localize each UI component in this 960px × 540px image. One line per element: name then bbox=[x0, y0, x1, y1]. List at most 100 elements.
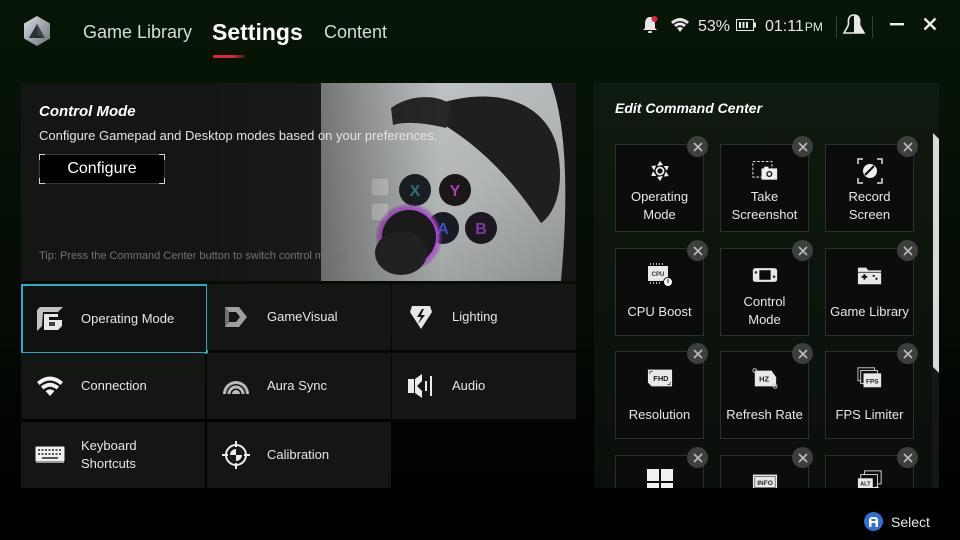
tab-game-library[interactable]: Game Library bbox=[83, 22, 192, 43]
info-icon: INFO bbox=[752, 470, 778, 488]
screenshot-icon bbox=[751, 159, 778, 183]
svg-text:B: B bbox=[475, 221, 487, 238]
command-center-item[interactable]: Take Screenshot bbox=[720, 144, 809, 232]
remove-item-button[interactable] bbox=[897, 136, 918, 157]
select-hint[interactable]: Select bbox=[864, 512, 930, 531]
tile-label: Keyboard Shortcuts bbox=[81, 438, 137, 471]
cpu-boost-icon: CPU bbox=[647, 263, 673, 287]
app-logo-icon bbox=[22, 15, 52, 47]
tab-content[interactable]: Content bbox=[324, 22, 387, 43]
command-center-item[interactable]: Control Mode bbox=[720, 248, 809, 336]
select-hint-label: Select bbox=[891, 513, 930, 530]
record-screen-icon bbox=[856, 158, 883, 184]
operating-mode-shutter-icon bbox=[647, 159, 673, 183]
remove-x-icon bbox=[902, 245, 913, 256]
tile-label: GameVisual bbox=[267, 309, 338, 324]
battery-icon bbox=[736, 18, 757, 36]
notification-button[interactable] bbox=[641, 14, 659, 40]
close-button[interactable] bbox=[918, 14, 942, 38]
user-icon bbox=[842, 13, 866, 40]
command-center-scrollbar-thumb[interactable] bbox=[933, 133, 939, 373]
tile-operating-mode[interactable]: Operating Mode bbox=[21, 284, 208, 354]
tile-keyboard-shortcuts[interactable]: Keyboard Shortcuts bbox=[21, 422, 205, 488]
control-mode-tip: Tip: Press the Command Center button to … bbox=[39, 250, 348, 262]
tile-audio[interactable]: Audio bbox=[392, 353, 576, 419]
remove-item-button[interactable] bbox=[897, 447, 918, 468]
tile-label: Operating Mode bbox=[81, 311, 175, 326]
remove-item-button[interactable] bbox=[687, 240, 708, 261]
remove-x-icon bbox=[902, 452, 913, 463]
configure-button[interactable]: Configure bbox=[39, 154, 165, 184]
top-bar: Game Library Settings Content 53% 01:11 … bbox=[0, 0, 960, 62]
svg-text:HZ: HZ bbox=[759, 375, 769, 384]
tile-label: Calibration bbox=[267, 447, 330, 462]
minimize-icon bbox=[890, 17, 904, 36]
configure-button-label: Configure bbox=[67, 160, 137, 177]
command-center-item-label: Operating Mode bbox=[630, 189, 689, 222]
command-center-item-label: Control Mode bbox=[743, 294, 786, 327]
resolution-icon: FHD bbox=[647, 366, 673, 390]
minimize-button[interactable] bbox=[885, 14, 909, 38]
tab-settings[interactable]: Settings bbox=[212, 19, 303, 46]
remove-x-icon bbox=[692, 141, 703, 152]
command-center-item-label: Take Screenshot bbox=[731, 189, 798, 222]
remove-item-button[interactable] bbox=[897, 240, 918, 261]
command-center-item[interactable]: Operating Mode bbox=[615, 144, 704, 232]
remove-item-button[interactable] bbox=[687, 447, 708, 468]
remove-item-button[interactable] bbox=[792, 343, 813, 364]
svg-text:FHD: FHD bbox=[653, 374, 669, 383]
profile-button[interactable] bbox=[842, 13, 866, 40]
wifi-status[interactable] bbox=[670, 14, 690, 40]
clock-ampm: PM bbox=[804, 20, 823, 34]
command-center-title: Edit Command Center bbox=[615, 100, 763, 116]
command-center-item-label: Refresh Rate bbox=[726, 407, 803, 422]
tile-gamevisual[interactable]: GameVisual bbox=[207, 284, 391, 350]
audio-icon bbox=[406, 371, 436, 401]
tile-label: Aura Sync bbox=[267, 378, 327, 393]
aura-sync-icon bbox=[221, 371, 251, 401]
remove-x-icon bbox=[797, 348, 808, 359]
control-mode-icon bbox=[752, 263, 778, 287]
remove-item-button[interactable] bbox=[792, 240, 813, 261]
tile-calibration[interactable]: Calibration bbox=[207, 422, 391, 488]
remove-x-icon bbox=[797, 141, 808, 152]
wifi-icon bbox=[35, 371, 65, 401]
command-center-item[interactable]: Game Library bbox=[825, 248, 914, 336]
gamevisual-icon bbox=[221, 302, 251, 332]
clock: 01:11 PM bbox=[765, 14, 823, 40]
tile-connection[interactable]: Connection bbox=[21, 353, 205, 419]
svg-text:CPU: CPU bbox=[651, 272, 664, 278]
tile-lighting[interactable]: Lighting bbox=[392, 284, 576, 350]
command-center-item-label: Resolution bbox=[628, 407, 691, 422]
remove-x-icon bbox=[692, 452, 703, 463]
remove-item-button[interactable] bbox=[687, 136, 708, 157]
control-mode-description: Configure Gamepad and Desktop modes base… bbox=[39, 128, 438, 143]
tile-label: Lighting bbox=[452, 309, 498, 324]
battery-percent: 53% bbox=[698, 18, 731, 35]
keyboard-icon bbox=[35, 440, 65, 470]
remove-x-icon bbox=[692, 245, 703, 256]
command-center-item[interactable]: HZ Refresh Rate bbox=[720, 351, 809, 439]
command-center-item-label: Game Library bbox=[830, 304, 909, 319]
lighting-icon bbox=[406, 302, 436, 332]
command-center-item[interactable]: FHD Resolution bbox=[615, 351, 704, 439]
fps-limiter-icon: FPS bbox=[856, 366, 883, 390]
svg-text:INFO: INFO bbox=[757, 480, 773, 487]
command-center-panel: Edit Command Center Operating Mode Take S… bbox=[594, 83, 939, 488]
remove-x-icon bbox=[902, 141, 913, 152]
command-center-item[interactable]: CPU CPU Boost bbox=[615, 248, 704, 336]
divider bbox=[872, 16, 873, 38]
remove-item-button[interactable] bbox=[687, 343, 708, 364]
svg-text:Y: Y bbox=[450, 183, 461, 200]
remove-item-button[interactable] bbox=[897, 343, 918, 364]
command-center-item[interactable]: FPS FPS Limiter bbox=[825, 351, 914, 439]
remove-item-button[interactable] bbox=[792, 447, 813, 468]
remove-x-icon bbox=[797, 245, 808, 256]
command-center-item[interactable]: Record Screen bbox=[825, 144, 914, 232]
clock-time: 01:11 bbox=[765, 18, 804, 35]
game-library-icon bbox=[857, 263, 883, 287]
alt-tab-icon: ALT bbox=[857, 470, 883, 488]
tile-aura-sync[interactable]: Aura Sync bbox=[207, 353, 391, 419]
remove-item-button[interactable] bbox=[792, 136, 813, 157]
windows-icon bbox=[646, 469, 673, 488]
